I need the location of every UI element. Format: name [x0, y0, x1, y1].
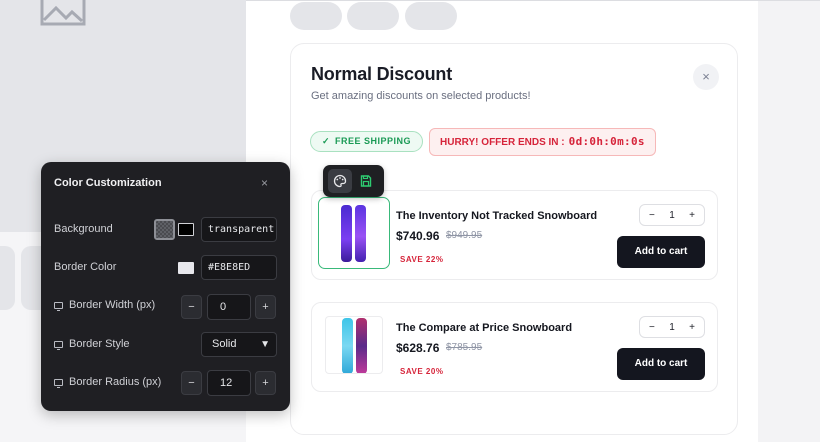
save-button[interactable] [354, 169, 378, 193]
palette-button[interactable] [328, 169, 352, 193]
quantity-stepper[interactable]: − 1 + [639, 204, 705, 226]
close-icon[interactable]: × [261, 176, 268, 190]
border-style-value: Solid [212, 338, 237, 350]
skeleton-tab[interactable] [290, 2, 342, 30]
card-subtitle: Get amazing discounts on selected produc… [311, 90, 531, 102]
background-label: Background [54, 223, 113, 235]
offer-timer: 0d:0h:0m:0s [568, 135, 645, 148]
chevron-down-icon: ▼ [260, 339, 270, 350]
decrement-button[interactable]: − [181, 371, 202, 395]
product-row: The Compare at Price Snowboard $628.76 $… [311, 302, 718, 392]
color-customization-panel: Color Customization × Background transpa… [41, 162, 290, 411]
image-placeholder-icon [40, 0, 86, 26]
plus-icon[interactable]: + [689, 322, 695, 333]
offer-countdown-badge: HURRY! OFFER ENDS IN :0d:0h:0m:0s [429, 128, 656, 156]
product-price: $740.96 [396, 229, 440, 243]
save-badge: SAVE 22% [400, 255, 444, 264]
free-shipping-label: FREE SHIPPING [335, 136, 412, 146]
product-row: The Inventory Not Tracked Snowboard $740… [311, 190, 718, 280]
border-width-input[interactable]: 0 [207, 294, 251, 320]
skeleton-tab[interactable] [405, 2, 457, 30]
save-badge: SAVE 20% [400, 367, 444, 376]
border-radius-label: Border Radius (px) [69, 376, 162, 388]
product-name[interactable]: The Compare at Price Snowboard [396, 322, 572, 334]
border-color-label: Border Color [54, 261, 117, 273]
thumbnail-placeholder[interactable] [0, 246, 15, 310]
background-color-swatch[interactable] [178, 223, 194, 236]
offer-label: HURRY! OFFER ENDS IN : [440, 137, 565, 148]
border-style-label: Border Style [69, 338, 130, 350]
quantity-value[interactable]: 1 [669, 210, 675, 221]
card-title: Normal Discount [311, 64, 453, 84]
border-width-row: Border Width (px) [54, 299, 155, 311]
transparent-swatch[interactable] [154, 219, 175, 240]
border-radius-row: Border Radius (px) [54, 376, 161, 388]
border-width-label: Border Width (px) [69, 299, 156, 311]
panel-title: Color Customization [54, 177, 162, 189]
quantity-stepper[interactable]: − 1 + [639, 316, 705, 338]
monitor-icon [54, 340, 63, 350]
skeleton-tab[interactable] [347, 2, 399, 30]
product-image[interactable] [325, 316, 383, 374]
monitor-icon [54, 301, 63, 311]
product-name[interactable]: The Inventory Not Tracked Snowboard [396, 210, 597, 222]
discount-card: Normal Discount Get amazing discounts on… [290, 43, 738, 435]
border-radius-input[interactable]: 12 [207, 370, 251, 396]
save-icon [360, 175, 372, 187]
compare-price: $949.95 [446, 230, 483, 241]
increment-button[interactable]: + [255, 371, 276, 395]
border-style-row: Border Style [54, 338, 130, 350]
background-value-input[interactable]: transparent [201, 217, 277, 242]
divider [246, 0, 820, 1]
product-price: $628.76 [396, 341, 440, 355]
add-to-cart-button[interactable]: Add to cart [617, 348, 705, 380]
border-style-select[interactable]: Solid ▼ [201, 332, 277, 357]
border-color-input[interactable]: #E8E8ED [201, 255, 277, 280]
check-icon: ✓ [322, 136, 331, 146]
quantity-value[interactable]: 1 [669, 322, 675, 333]
plus-icon[interactable]: + [689, 210, 695, 221]
product-image[interactable] [318, 197, 390, 269]
minus-icon[interactable]: − [649, 210, 655, 221]
minus-icon[interactable]: − [649, 322, 655, 333]
element-toolbar [323, 165, 384, 197]
decrement-button[interactable]: − [181, 295, 202, 319]
increment-button[interactable]: + [255, 295, 276, 319]
monitor-icon [54, 378, 63, 388]
close-icon[interactable]: × [693, 64, 719, 90]
border-color-swatch[interactable] [178, 262, 194, 274]
add-to-cart-button[interactable]: Add to cart [617, 236, 705, 268]
compare-price: $785.95 [446, 342, 483, 353]
free-shipping-badge: ✓ FREE SHIPPING [310, 131, 424, 152]
preview-gutter [758, 0, 820, 442]
palette-icon [333, 174, 347, 188]
